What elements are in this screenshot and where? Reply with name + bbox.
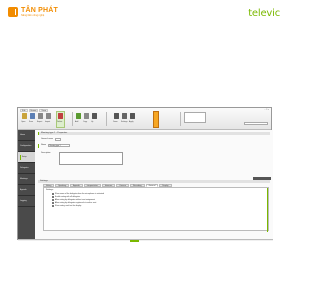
required-marker — [38, 144, 39, 148]
ribbon-toolbar: File Home View Open Save Export Import Delet… — [18, 108, 271, 130]
checkbox[interactable] — [52, 196, 54, 198]
description-field[interactable] — [59, 152, 123, 165]
televic-logo: televic — [248, 8, 280, 19]
delete-icon[interactable] — [58, 113, 63, 119]
tanphat-name: TÂN PHÁT — [21, 7, 58, 14]
import-icon[interactable] — [46, 113, 51, 119]
option-label: Allow voting by delegates without seat a… — [55, 199, 96, 201]
ribbon-tab-file[interactable]: File — [20, 109, 28, 112]
option-label: Allow voting by delegates registered at … — [55, 202, 97, 204]
option-label: Enable voting with all delegates — [55, 196, 81, 198]
option-label: Show voting result on the display — [55, 205, 82, 207]
sidebar-item-label: Meetings — [20, 178, 28, 180]
folder-icon[interactable] — [22, 113, 27, 119]
toolbar-button-label: Open — [21, 121, 26, 123]
toolbar-button-label: Apply — [129, 121, 134, 123]
main-content: Meeting type 1 - Properties General name… — [35, 130, 273, 239]
sidebar-item-agenda[interactable]: Agenda — [18, 185, 35, 196]
field-label: General name — [41, 138, 53, 141]
field-label: Name — [41, 144, 47, 147]
gear-icon[interactable] — [122, 113, 127, 119]
toolbar-button-label: Up — [91, 121, 94, 123]
toolbar-button-label: Settings — [121, 121, 128, 123]
app-window: File Home View Open Save Export Import Delet… — [17, 107, 273, 242]
form-row: Description — [41, 152, 50, 154]
sidebar-item-label: Configuration — [20, 145, 32, 147]
panel-row — [186, 119, 204, 121]
toolbar-button-label: Add — [75, 121, 79, 123]
sidebar-item-configuration[interactable]: Configuration — [18, 141, 35, 152]
sidebar-item-label: Setup — [21, 156, 27, 158]
toolbar-button-label: Save — [29, 121, 34, 123]
toolbar-button-label: Down — [113, 121, 118, 123]
vertical-scrollbar[interactable] — [266, 188, 268, 232]
option-row[interactable]: Allow voting by delegates registered at … — [52, 202, 96, 204]
sub-section-title: Settings — [38, 180, 270, 183]
option-row[interactable]: Allow voting by delegates without seat a… — [52, 199, 95, 201]
toolbar-button-label: Copy — [83, 121, 88, 123]
search-input[interactable] — [244, 122, 268, 125]
status-bar — [18, 239, 273, 242]
form-row: General name — [41, 138, 61, 141]
field-label: Description — [41, 152, 51, 154]
general-name-field[interactable] — [54, 138, 61, 141]
sidebar-item-label: Delegates — [20, 167, 29, 169]
window-controls[interactable]: – □ × — [264, 109, 269, 111]
status-badge — [130, 240, 139, 242]
tanphat-logo-mark — [8, 7, 18, 17]
option-label: Show name of the delegate when the micro… — [55, 193, 105, 195]
arrow-up-icon[interactable] — [92, 113, 97, 119]
toolbar-button-label: Export — [37, 121, 43, 123]
active-indicator — [20, 154, 21, 160]
tanphat-tagline: Nâng tầm công nghệ — [21, 14, 45, 17]
option-row[interactable]: Show voting result on the display — [52, 205, 81, 207]
sidebar-item-delegates[interactable]: Delegates — [18, 163, 35, 174]
apply-icon[interactable] — [130, 113, 135, 119]
sidebar-item-setup[interactable]: Setup — [18, 152, 35, 163]
ribbon-tab-view[interactable]: View — [39, 109, 49, 112]
add-icon[interactable] — [76, 113, 81, 119]
option-row[interactable]: Enable voting with all delegates — [52, 196, 80, 198]
tab-panel: Settings Show name of the delegate when … — [43, 187, 269, 232]
form-row: Name Meeting type 1 — [41, 144, 71, 147]
sidebar-item-meetings[interactable]: Meetings — [18, 174, 35, 185]
sidebar-item-label: Logging — [20, 200, 27, 202]
arrow-down-icon[interactable] — [114, 113, 119, 119]
sidebar-item-label: Home — [20, 134, 26, 136]
option-row[interactable]: Show name of the delegate when the micro… — [52, 193, 104, 195]
highlighted-toolbar-button[interactable] — [153, 111, 159, 128]
checkbox[interactable] — [52, 202, 54, 204]
ribbon-tabs: File Home View — [20, 109, 49, 112]
checkbox[interactable] — [52, 199, 54, 201]
sidebar-item-home[interactable]: Home — [18, 130, 35, 141]
toolbar-properties-panel — [184, 112, 206, 123]
tab-heading: Settings — [46, 189, 54, 191]
toolbar-button-label: Delete — [57, 121, 63, 123]
export-icon[interactable] — [38, 113, 43, 119]
sidebar: Home Configuration Setup Delegates Meeti… — [18, 130, 35, 239]
checkbox[interactable] — [52, 193, 54, 195]
sidebar-item-logging[interactable]: Logging — [18, 196, 35, 207]
ribbon-tab-home[interactable]: Home — [28, 109, 39, 112]
sidebar-item-label: Agenda — [20, 189, 27, 191]
save-icon[interactable] — [30, 113, 35, 119]
name-field[interactable]: Meeting type 1 — [48, 144, 71, 147]
tanphat-logo: TÂN PHÁT Nâng tầm công nghệ — [8, 7, 58, 17]
checkbox[interactable] — [52, 205, 54, 207]
section-title: Meeting type 1 - Properties — [38, 132, 270, 135]
toolbar-button-label: Import — [45, 121, 51, 123]
copy-icon[interactable] — [84, 113, 89, 119]
